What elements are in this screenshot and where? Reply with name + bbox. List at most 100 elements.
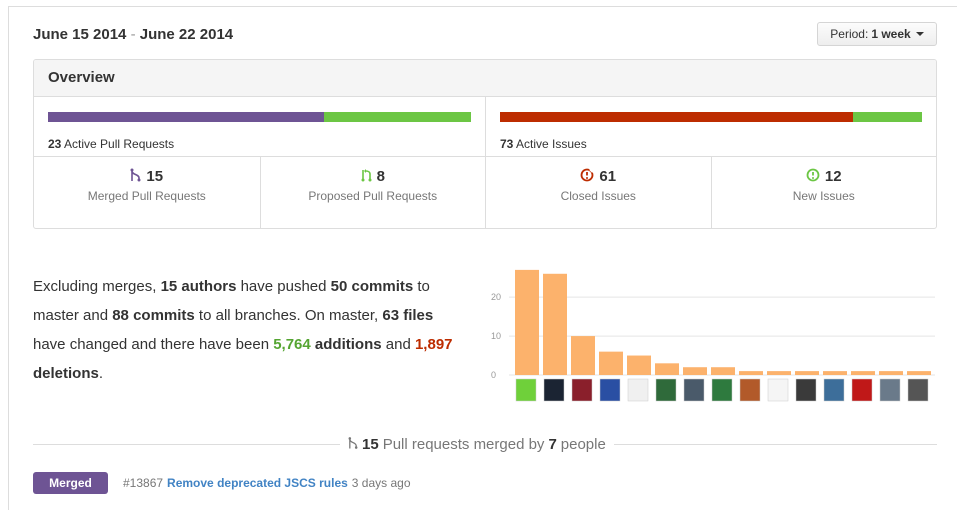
active-issues-label: 73 Active Issues [500,137,922,151]
author-avatar[interactable] [711,378,733,402]
commit-bar[interactable] [543,273,567,375]
merged-status-badge: Merged [33,472,108,494]
pull-request-title-link[interactable]: Remove deprecated JSCS rules [167,476,348,490]
pull-request-number: #13867 [123,476,164,490]
new-segment [852,112,922,122]
y-tick-label: 20 [491,292,501,302]
master-commits-count: 50 commits [330,278,414,295]
date-range: June 15 2014 - June 22 2014 [33,26,233,43]
author-avatar[interactable] [599,378,621,402]
stat-merged-pull-requests[interactable]: 15 Merged Pull Requests [34,157,260,228]
period-dropdown-button[interactable]: Period: 1 week [817,22,937,46]
closed-issues-label: Closed Issues [560,189,636,203]
git-merge-icon [130,168,141,185]
merged-pull-requests-label: Merged Pull Requests [87,189,206,203]
author-avatar[interactable] [907,378,929,402]
deletions-count: 1,897 [414,336,453,353]
proposed-pull-requests-count: 8 [376,168,385,185]
summary-text: have pushed [236,278,331,295]
additions-count: 5,764 [273,336,311,353]
author-avatar[interactable] [823,378,845,402]
merged-heading-text: Pull requests merged by [382,435,545,453]
stat-closed-issues[interactable]: 61 Closed Issues [485,157,711,228]
stat-proposed-pull-requests[interactable]: 8 Proposed Pull Requests [259,157,486,228]
commit-summary: Excluding merges, 15 authors have pushed… [33,272,463,388]
stat-new-issues[interactable]: 12 New Issues [710,157,937,228]
summary-text: and [381,336,415,353]
summary-text: . [98,365,104,382]
active-pull-requests-count: 23 [48,137,62,151]
y-tick-label: 0 [491,370,496,380]
author-avatar[interactable] [571,378,593,402]
people-count: 7 [548,435,557,453]
overview-panel: Overview 23 Active Pull Requests 73 Acti… [33,59,937,229]
commit-bar[interactable] [515,269,539,375]
active-pull-requests-text: Active Pull Requests [64,137,175,151]
git-merge-icon [348,436,358,453]
commit-bar[interactable] [711,367,735,375]
deletions-label: deletions [33,365,99,382]
author-avatar[interactable] [683,378,705,402]
active-pull-requests-summary[interactable]: 23 Active Pull Requests [34,97,485,156]
period-label: Period: [830,27,869,41]
issue-opened-icon [806,168,820,185]
merged-segment [48,112,324,122]
merged-count: 15 [362,435,379,453]
authors-count: 15 authors [160,278,237,295]
active-issues-count: 73 [500,137,514,151]
commits-by-author-chart: 0 10 20 [491,269,935,402]
closed-segment [500,112,853,122]
author-avatar[interactable] [655,378,677,402]
git-pull-request-icon [361,168,372,185]
active-issues-summary[interactable]: 73 Active Issues [485,97,936,156]
overview-title: Overview [34,60,936,97]
new-issues-label: New Issues [792,189,855,203]
date-start: June 15 2014 [33,26,127,43]
summary-text: have changed and there have been [33,336,274,353]
closed-issues-count: 61 [599,168,617,185]
active-issues-text: Active Issues [516,137,587,151]
new-issues-count: 12 [824,168,842,185]
issue-closed-icon [580,168,595,185]
period-value: 1 week [871,27,911,41]
commit-bar[interactable] [655,363,679,375]
date-separator: - [126,26,140,43]
date-end: June 22 2014 [139,26,234,43]
author-avatar[interactable] [739,378,761,402]
commit-bar[interactable] [739,371,763,375]
author-avatar[interactable] [515,378,537,402]
open-segment [323,112,471,122]
author-avatar[interactable] [851,378,873,402]
commit-bar[interactable] [599,351,623,375]
author-avatar[interactable] [879,378,901,402]
commit-bar[interactable] [823,371,847,375]
pull-requests-ratio-bar [48,112,471,122]
author-avatar[interactable] [767,378,789,402]
pull-request-time: 3 days ago [351,476,411,490]
y-tick-label: 10 [491,331,501,341]
merged-heading-text: people [560,435,606,453]
merged-pull-requests-heading: 15 Pull requests merged by 7 people [340,434,614,454]
commit-bar[interactable] [571,336,595,375]
caret-down-icon [915,32,924,36]
commit-bar[interactable] [627,355,651,375]
proposed-pull-requests-label: Proposed Pull Requests [308,189,438,203]
active-pull-requests-label: 23 Active Pull Requests [48,137,471,151]
commit-bar[interactable] [879,371,903,375]
author-avatar[interactable] [795,378,817,402]
commit-bar[interactable] [683,367,707,375]
commit-bar[interactable] [907,371,931,375]
commit-bar[interactable] [851,371,875,375]
commit-bar[interactable] [795,371,819,375]
additions-label: additions [310,336,382,353]
merged-pull-requests-count: 15 [146,168,164,185]
commit-bar[interactable] [767,371,791,375]
issues-ratio-bar [500,112,922,122]
summary-text: Excluding merges, [33,278,161,295]
author-avatar[interactable] [627,378,649,402]
author-avatar[interactable] [543,378,565,402]
pull-request-row: Merged #13867 Remove deprecated JSCS rul… [33,472,411,494]
summary-text: to all branches. On master, [194,307,383,324]
files-changed-count: 63 files [382,307,434,324]
all-commits-count: 88 commits [112,307,195,324]
